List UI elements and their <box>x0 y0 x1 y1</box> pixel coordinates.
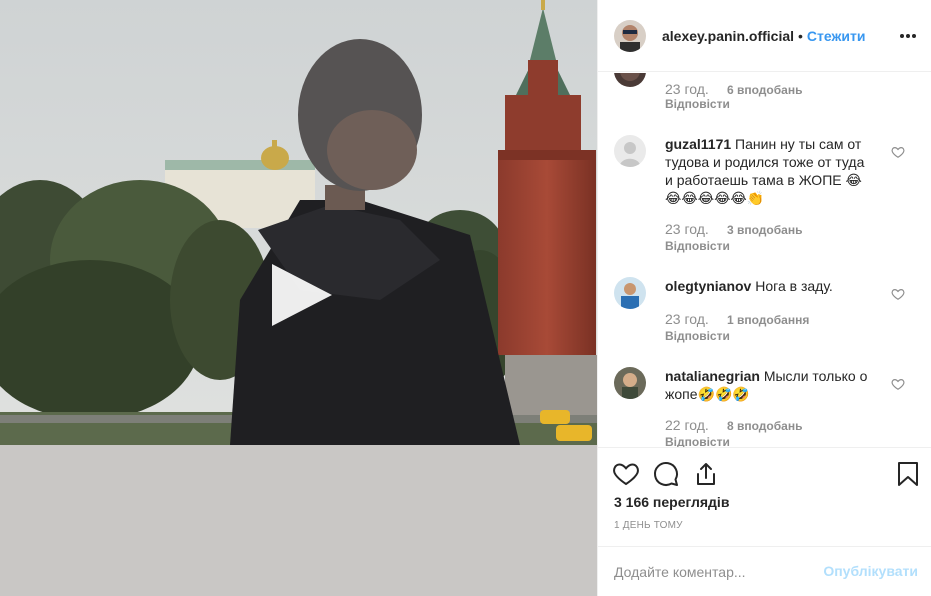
post-comment-button[interactable]: Опублікувати <box>823 563 918 579</box>
post-actions: 3 166 переглядів 1 ДЕНЬ ТОМУ <box>598 447 931 547</box>
play-button-icon[interactable] <box>268 262 334 328</box>
comment-body: natalianegrian Мысли только о жопе🤣🤣🤣 <box>665 367 875 403</box>
comment-input[interactable] <box>614 561 814 583</box>
comment-text: Нога в заду. <box>755 278 833 294</box>
comment-body: olegtynianov Нога в заду. <box>665 277 875 295</box>
post-side-panel: alexey.panin.official • Стежити 23 год. … <box>597 0 931 596</box>
more-horizontal-icon[interactable] <box>898 26 918 46</box>
comment-meta: 23 год. 3 вподобань <box>665 221 802 240</box>
comment-time[interactable]: 23 год. <box>665 221 727 240</box>
add-comment-bar: Опублікувати <box>598 546 931 596</box>
comment-likes[interactable]: 8 вподобань <box>727 417 802 436</box>
author-avatar[interactable] <box>614 19 646 52</box>
share-icon[interactable] <box>692 460 720 488</box>
reply-button[interactable]: Відповісти <box>665 97 730 111</box>
heart-icon[interactable] <box>612 460 640 488</box>
comment-icon[interactable] <box>652 460 680 488</box>
comments-list[interactable]: 23 год. 6 вподобань Відповісти guzal1171… <box>598 73 931 447</box>
bookmark-icon[interactable] <box>894 460 922 488</box>
post-time[interactable]: 1 ДЕНЬ ТОМУ <box>614 520 683 531</box>
comment-meta: 22 год. 8 вподобань <box>665 417 802 436</box>
views-count[interactable]: 3 166 переглядів <box>614 494 729 510</box>
comment-avatar[interactable] <box>614 277 646 309</box>
comment-like-heart-icon[interactable] <box>891 287 905 301</box>
media-letterbox <box>0 445 597 596</box>
comment-avatar[interactable] <box>614 367 646 399</box>
post-media <box>0 0 597 596</box>
comment-avatar-default[interactable] <box>614 135 646 167</box>
comment-likes[interactable]: 6 вподобань <box>727 81 802 100</box>
comment-username[interactable]: natalianegrian <box>665 368 760 384</box>
comment-time[interactable]: 23 год. <box>665 311 727 330</box>
video-frame-image <box>0 0 597 445</box>
comment-time[interactable]: 22 год. <box>665 417 727 436</box>
reply-button[interactable]: Відповісти <box>665 329 730 343</box>
comment-likes[interactable]: 1 вподобання <box>727 311 809 330</box>
comment-like-heart-icon[interactable] <box>891 377 905 391</box>
header-separator: • <box>798 27 803 44</box>
reply-button[interactable]: Відповісти <box>665 435 730 447</box>
comment-meta: 23 год. 1 вподобання <box>665 311 809 330</box>
comment-like-heart-icon[interactable] <box>891 145 905 159</box>
comment-avatar[interactable] <box>614 73 646 87</box>
comment-username[interactable]: guzal1171 <box>665 136 731 152</box>
author-username[interactable]: alexey.panin.official <box>662 28 794 44</box>
reply-button[interactable]: Відповісти <box>665 239 730 253</box>
post-header: alexey.panin.official • Стежити <box>598 0 931 72</box>
instagram-post-modal: alexey.panin.official • Стежити 23 год. … <box>0 0 931 596</box>
comment-body: guzal1171 Панин ну ты сам от тудова и ро… <box>665 135 875 207</box>
video-player[interactable] <box>0 0 597 445</box>
follow-button[interactable]: Стежити <box>807 28 866 44</box>
comment-username[interactable]: olegtynianov <box>665 278 751 294</box>
comment-likes[interactable]: 3 вподобань <box>727 221 802 240</box>
